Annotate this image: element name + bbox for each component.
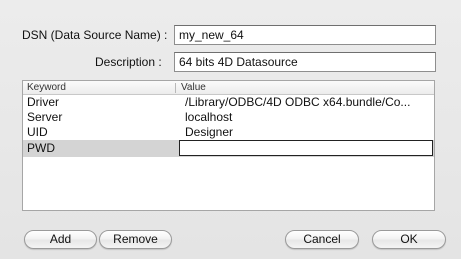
row-keyword: UID [27,125,48,139]
dsn-config-dialog: DSN (Data Source Name) : my_new_64 Descr… [0,0,461,259]
ok-button[interactable]: OK [372,230,446,249]
column-header-value[interactable]: Value [181,81,421,94]
row-keyword: Driver [27,95,59,109]
row-value: /Library/ODBC/4D ODBC x64.bundle/Co... [185,95,411,109]
table-row[interactable]: UID Designer [23,125,434,140]
description-label: Description : [95,55,162,69]
column-divider[interactable] [175,83,176,93]
row-value: localhost [185,110,233,124]
description-input[interactable]: 64 bits 4D Datasource [174,52,436,72]
table-row[interactable]: Driver /Library/ODBC/4D ODBC x64.bundle/… [23,95,434,110]
add-button[interactable]: Add [24,230,97,249]
table-row[interactable]: Server localhost [23,110,434,125]
keyword-value-table: Keyword Value Driver /Library/ODBC/4D OD… [22,80,435,211]
dsn-label: DSN (Data Source Name) : [22,28,168,42]
row-value: Designer [185,125,234,139]
row-keyword: PWD [27,141,55,155]
table-header: Keyword Value [23,81,434,95]
pwd-value-input[interactable] [179,140,433,156]
remove-button[interactable]: Remove [99,230,172,249]
row-keyword: Server [27,110,63,124]
table-row-selected[interactable]: PWD [23,140,434,157]
dsn-input[interactable]: my_new_64 [174,25,436,45]
cancel-button[interactable]: Cancel [285,230,359,249]
column-header-keyword[interactable]: Keyword [27,81,167,94]
